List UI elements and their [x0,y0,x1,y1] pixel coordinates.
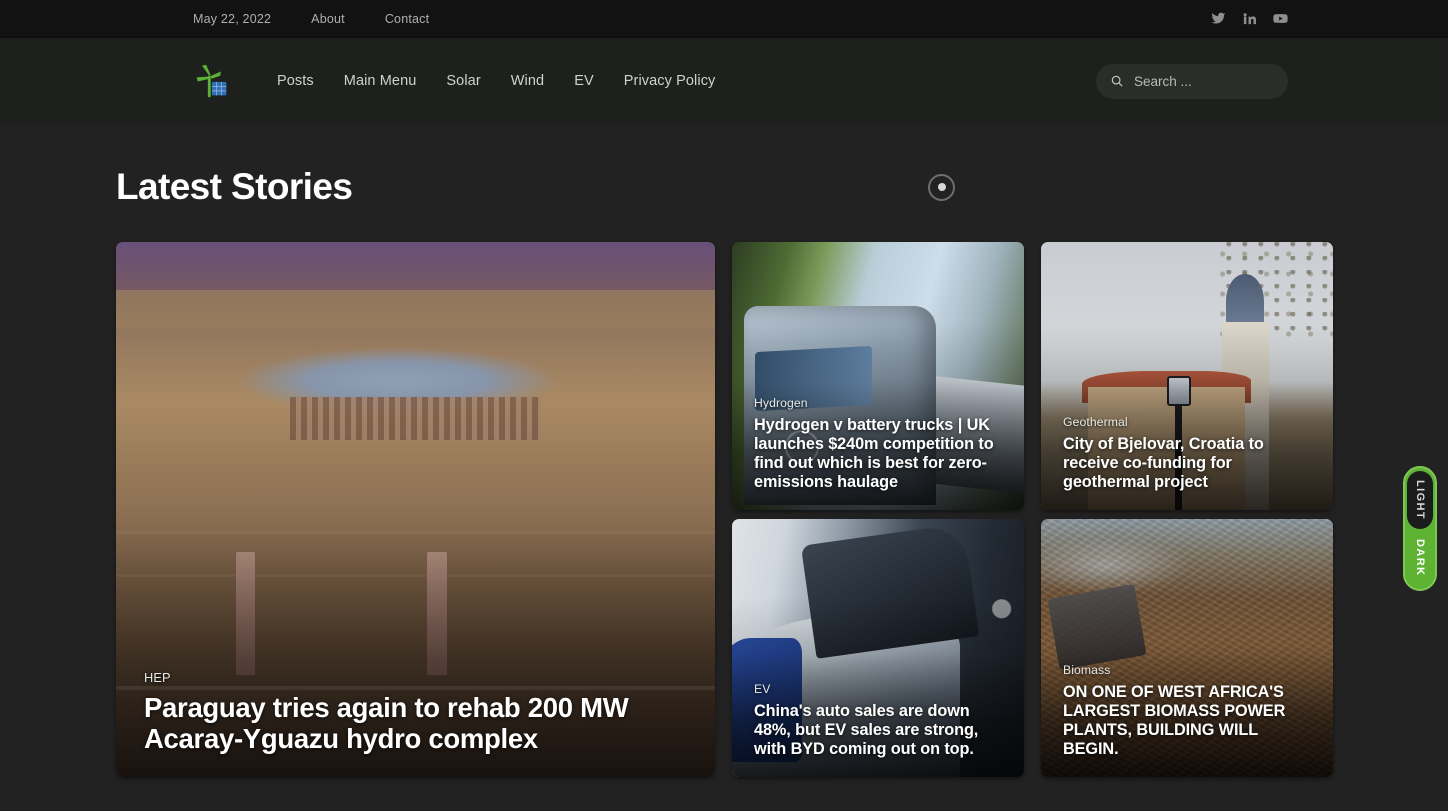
story-title: Hydrogen v battery trucks | UK launches … [754,415,994,491]
social-links [1211,11,1288,26]
nav-item-privacy-policy[interactable]: Privacy Policy [624,73,716,89]
nav-item-posts[interactable]: Posts [277,73,314,89]
nav-item-wind[interactable]: Wind [511,73,544,89]
story-card-body: EV China's auto sales are down 48%, but … [732,682,1024,777]
story-card-geothermal[interactable]: Geothermal City of Bjelovar, Croatia to … [1041,242,1333,510]
story-card-body: Hydrogen Hydrogen v battery trucks | UK … [732,396,1024,510]
site-header: Posts Main Menu Solar Wind EV Privacy Po… [0,38,1448,124]
theme-light-label: LIGHT [1414,479,1426,520]
twitter-icon [1211,12,1226,24]
theme-toggle[interactable]: LIGHT DARK [1403,466,1437,591]
theme-option-dark[interactable]: DARK [1407,529,1433,587]
main-navigation: Posts Main Menu Solar Wind EV Privacy Po… [277,73,715,89]
carousel-dot-icon [937,183,946,191]
nav-item-solar[interactable]: Solar [446,73,480,89]
nav-item-main-menu[interactable]: Main Menu [344,73,417,89]
story-card-body: Biomass ON ONE OF WEST AFRICA'S LARGEST … [1041,663,1333,777]
story-title: Paraguay tries again to rehab 200 MW Aca… [144,692,629,755]
story-category: HEP [144,670,171,686]
site-logo-link[interactable] [193,63,229,99]
story-card-ev[interactable]: EV China's auto sales are down 48%, but … [732,519,1024,777]
story-card-biomass[interactable]: Biomass ON ONE OF WEST AFRICA'S LARGEST … [1041,519,1333,777]
carousel-indicator[interactable] [928,173,955,201]
youtube-link[interactable] [1273,11,1288,26]
story-category: Geothermal [1063,414,1128,429]
top-utility-bar: May 22, 2022 About Contact [0,0,1448,38]
story-title: ON ONE OF WEST AFRICA'S LARGEST BIOMASS … [1063,682,1286,758]
story-card-body: Geothermal City of Bjelovar, Croatia to … [1041,415,1333,510]
twitter-link[interactable] [1211,11,1226,26]
search-box[interactable] [1096,63,1288,99]
story-title: China's auto sales are down 48%, but EV … [754,701,979,758]
nav-item-ev[interactable]: EV [574,73,594,89]
youtube-icon [1273,14,1288,23]
linkedin-link[interactable] [1242,11,1257,26]
theme-option-light[interactable]: LIGHT [1407,471,1433,529]
story-title: City of Bjelovar, Croatia to receive co-… [1063,434,1264,491]
topbar-link-contact[interactable]: Contact [385,12,429,26]
theme-dark-label: DARK [1414,538,1426,576]
topbar-left-group: May 22, 2022 About Contact [193,12,429,26]
story-category: Biomass [1063,662,1111,677]
story-card-body: HEP Paraguay tries again to rehab 200 MW… [116,670,715,777]
search-input[interactable] [1134,73,1274,89]
stories-grid: HEP Paraguay tries again to rehab 200 MW… [116,242,1333,777]
story-card-hydrogen[interactable]: Hydrogen Hydrogen v battery trucks | UK … [732,242,1024,510]
story-category: Hydrogen [754,395,808,410]
story-category: EV [754,681,771,696]
topbar-link-about[interactable]: About [311,12,345,26]
linkedin-icon [1243,13,1256,25]
search-icon [1111,75,1123,87]
page-title: Latest Stories [116,166,353,207]
main-content: Latest Stories HEP Paraguay tries again [0,124,1448,777]
section-header: Latest Stories [116,124,1332,242]
topbar-date: May 22, 2022 [193,11,272,26]
site-logo-wind-turbine-solar-panel-icon [196,64,227,98]
story-card-hep[interactable]: HEP Paraguay tries again to rehab 200 MW… [116,242,715,777]
